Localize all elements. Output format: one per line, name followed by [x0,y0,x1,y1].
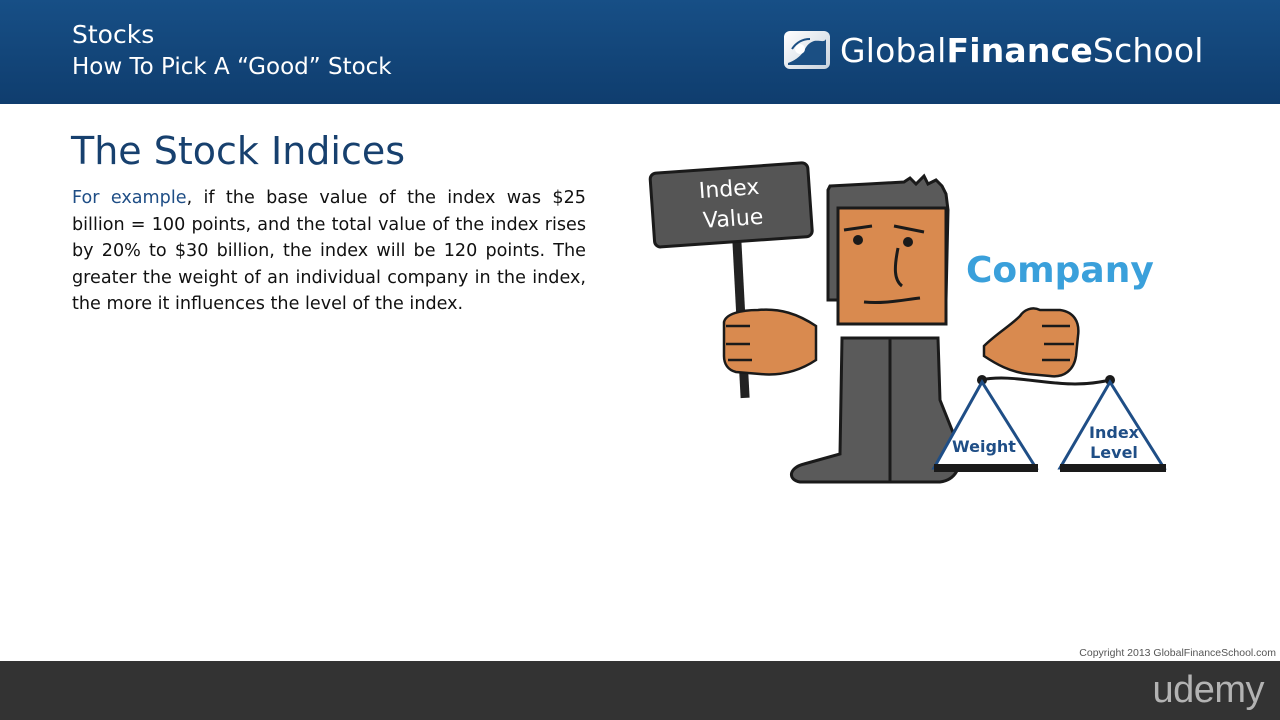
company-label: Company [966,250,1154,291]
body-paragraph: For example, if the base value of the in… [72,185,586,318]
globe-tree-icon [784,31,830,69]
index-level-label-line1: Index [1089,423,1140,442]
left-hand [722,308,818,376]
brand-logo: GlobalFinanceSchool [784,30,1204,70]
brand-wordmark: GlobalFinanceSchool [840,30,1204,70]
copyright-notice: Copyright 2013 GlobalFinanceSchool.com [1079,647,1276,659]
lesson-title: How To Pick A “Good” Stock [72,54,392,80]
weight-label: Weight [952,437,1016,456]
sign-text-line2: Value [702,205,764,234]
slide-header: Stocks How To Pick A “Good” Stock Global… [0,0,1280,104]
scale-cord [979,376,1111,386]
course-title: Stocks [72,20,155,49]
index-level-label-line2: Level [1090,443,1138,462]
slide-title: The Stock Indices [71,129,406,173]
index-level-pan: Index Level [1057,379,1167,472]
index-value-sign: Index Value [648,161,814,249]
character-head [826,173,950,326]
right-hand [982,307,1080,378]
index-scale-illustration: Index Value Company Weight Index Level [648,161,1167,484]
paragraph-lead: For example [72,188,187,208]
udemy-logo: udemy [1152,669,1264,711]
player-footer: udemy [0,661,1280,720]
sign-text-line1: Index [698,175,760,204]
